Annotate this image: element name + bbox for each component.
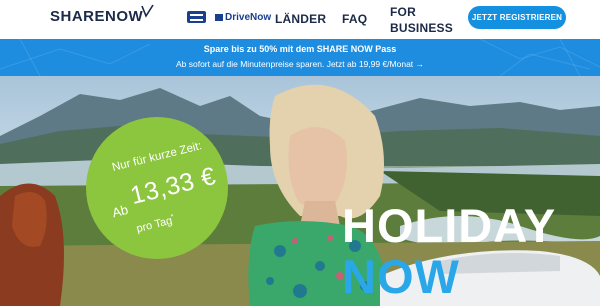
promo-banner[interactable]: Spare bis zu 50% mit dem SHARE NOW Pass …: [0, 39, 600, 76]
badge-footnote-mark: *: [170, 213, 175, 221]
hero-headline-holiday: HOLIDAY: [342, 199, 557, 252]
car2go-logo-icon[interactable]: [187, 11, 206, 23]
logo-text: SHARENOW: [50, 8, 144, 25]
banner-headline: Spare bis zu 50% mit dem SHARE NOW Pass: [203, 44, 397, 54]
drivenow-label: DriveNow: [225, 12, 272, 23]
badge-price: 13,33 €: [127, 161, 219, 211]
register-button[interactable]: JETZT REGISTRIEREN: [468, 6, 566, 29]
drivenow-logo-icon: [215, 14, 223, 21]
banner-subline-link[interactable]: Ab sofort auf die Minutenpreise sparen. …: [0, 59, 600, 69]
badge-suffix-text: pro Tag: [135, 214, 174, 236]
sharenow-logo[interactable]: SHARENOW: [50, 4, 154, 25]
hero-headline-now: NOW: [342, 250, 460, 303]
nav-laender[interactable]: LÄNDER: [275, 12, 326, 26]
drivenow-logo[interactable]: DriveNow: [215, 12, 271, 23]
site-header: SHARENOW DriveNow LÄNDER FAQ FOR BUSINES…: [0, 0, 600, 39]
badge-price-prefix: Ab: [110, 201, 130, 221]
logo-check-icon: [141, 4, 154, 18]
badge-price-suffix: pro Tag*: [135, 213, 176, 235]
price-offer-badge[interactable]: Nur für kurze Zeit: Ab 13,33 € pro Tag*: [86, 117, 228, 259]
nav-for-business[interactable]: FOR BUSINESS: [390, 4, 453, 36]
nav-faq[interactable]: FAQ: [342, 12, 367, 26]
hero-image: Nur für kurze Zeit: Ab 13,33 € pro Tag* …: [0, 76, 600, 306]
